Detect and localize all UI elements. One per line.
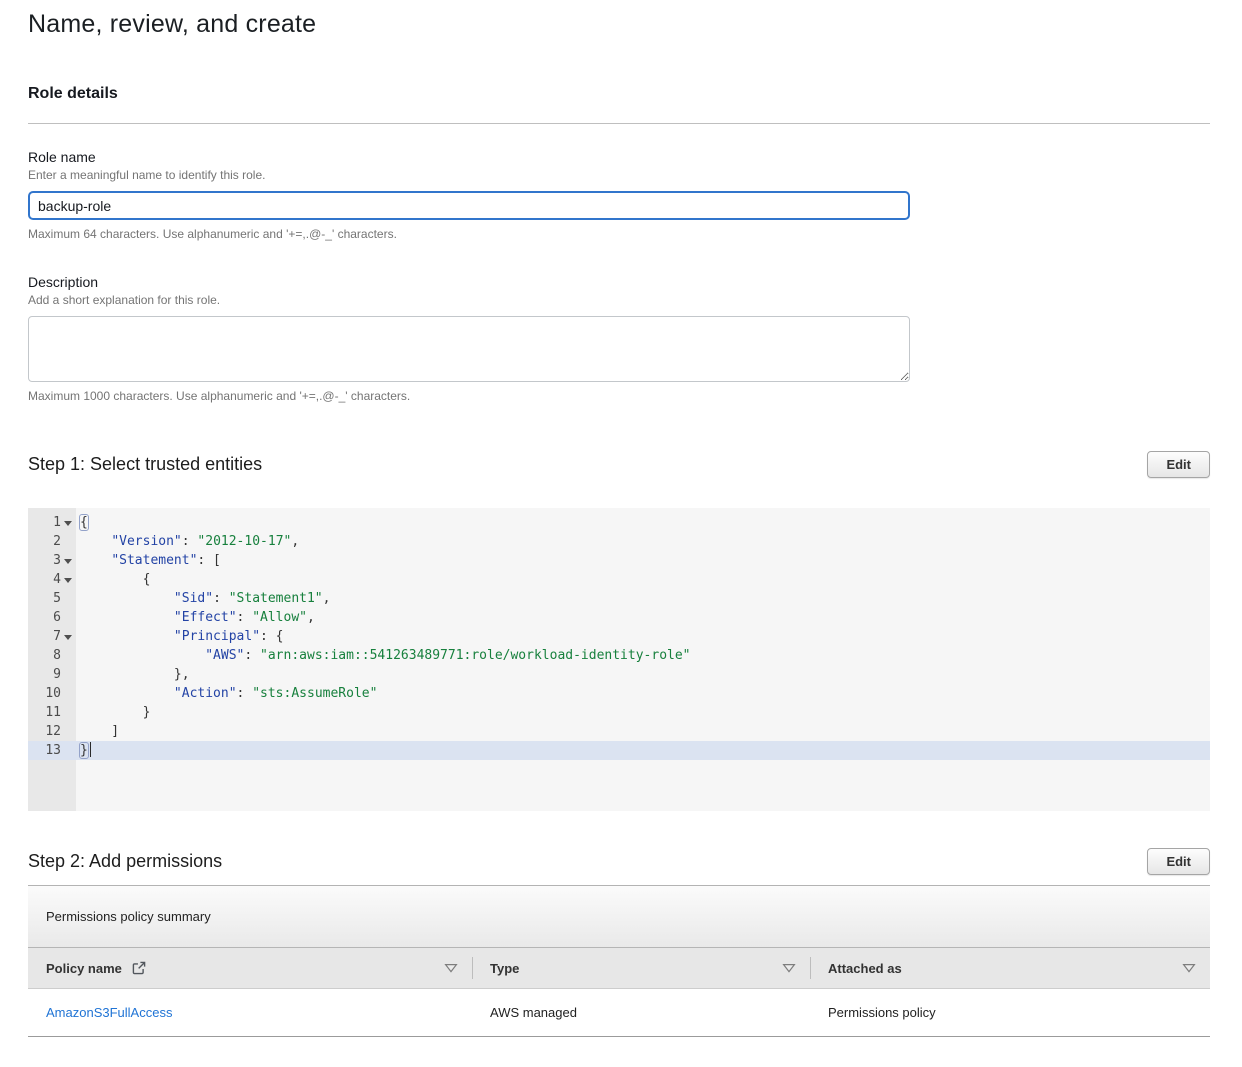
page-title: Name, review, and create [28,10,1210,39]
line-number: 9 [28,665,76,684]
code-text: }, [76,665,190,684]
line-number: 11 [28,703,76,722]
divider [28,123,1210,124]
line-number: 13 [28,741,76,760]
line-number: 2 [28,532,76,551]
line-number: 7 [28,627,76,646]
permissions-summary-panel: Permissions policy summary Policy name Ty… [28,885,1210,1037]
column-header-attached-as[interactable]: Attached as [810,948,1210,988]
editor-line: 10 "Action": "sts:AssumeRole" [28,684,1210,703]
policies-table-body: AmazonS3FullAccess AWS managedPermissions… [28,989,1210,1037]
line-number: 8 [28,646,76,665]
policy-editor[interactable]: 1{2 "Version": "2012-10-17",3 "Statement… [28,508,1210,811]
table-cell: Permissions policy [810,1005,1210,1020]
editor-line: 1{ [28,513,1210,532]
column-header-type[interactable]: Type [472,948,810,988]
role-name-help: Enter a meaningful name to identify this… [28,168,1210,182]
code-text: "Sid": "Statement1", [76,589,330,608]
role-name-label: Role name [28,149,1210,165]
editor-line: 13} [28,741,1210,760]
policy-name-link[interactable]: AmazonS3FullAccess [46,1005,172,1020]
editor-line: 8 "AWS": "arn:aws:iam::541263489771:role… [28,646,1210,665]
editor-line: 6 "Effect": "Allow", [28,608,1210,627]
code-text: } [76,703,150,722]
line-number: 5 [28,589,76,608]
code-text: "Action": "sts:AssumeRole" [76,684,377,703]
editor-line: 4 { [28,570,1210,589]
code-text: "Effect": "Allow", [76,608,315,627]
permissions-summary-title: Permissions policy summary [28,886,1210,948]
fold-arrow-icon[interactable] [64,521,72,526]
editor-line: 11 } [28,703,1210,722]
line-number: 4 [28,570,76,589]
code-text: "AWS": "arn:aws:iam::541263489771:role/w… [76,646,691,665]
code-text: "Statement": [ [76,551,221,570]
policy-editor-lines: 1{2 "Version": "2012-10-17",3 "Statement… [28,508,1210,760]
step1-heading: Step 1: Select trusted entities [28,454,262,475]
code-text: "Version": "2012-10-17", [76,532,299,551]
editor-line: 9 }, [28,665,1210,684]
description-constraint: Maximum 1000 characters. Use alphanumeri… [28,389,1210,403]
line-number: 1 [28,513,76,532]
editor-line: 5 "Sid": "Statement1", [28,589,1210,608]
line-number: 3 [28,551,76,570]
text-cursor [90,742,92,757]
role-name-constraint: Maximum 64 characters. Use alphanumeric … [28,227,1210,241]
code-text: } [76,741,91,760]
role-name-field: Role name Enter a meaningful name to ide… [28,149,1210,241]
editor-line: 2 "Version": "2012-10-17", [28,532,1210,551]
line-number: 6 [28,608,76,627]
code-text: ] [76,722,119,741]
code-text: "Principal": { [76,627,284,646]
step1-section-header: Step 1: Select trusted entities Edit [28,451,1210,478]
code-text: { [76,513,88,532]
fold-arrow-icon[interactable] [64,635,72,640]
column-header-policy-name[interactable]: Policy name [28,948,472,988]
role-name-input[interactable] [28,191,910,220]
policies-table-header: Policy name Type Attached as [28,948,1210,989]
sort-down-icon[interactable] [444,963,458,973]
fold-arrow-icon[interactable] [64,578,72,583]
sort-down-icon[interactable] [782,963,796,973]
step2-heading: Step 2: Add permissions [28,851,222,872]
description-field: Description Add a short explanation for … [28,274,1210,403]
column-label: Type [490,961,519,976]
description-label: Description [28,274,1210,290]
step2-edit-button[interactable]: Edit [1147,848,1210,875]
create-role-review-page: Name, review, and create Role details Ro… [0,0,1242,1067]
external-link-icon [132,961,146,975]
table-cell: AWS managed [472,1005,810,1020]
line-number: 12 [28,722,76,741]
editor-line: 3 "Statement": [ [28,551,1210,570]
description-textarea[interactable] [28,316,910,382]
sort-down-icon[interactable] [1182,963,1196,973]
table-cell: AmazonS3FullAccess [28,1005,472,1020]
editor-line: 12 ] [28,722,1210,741]
step2-section-header: Step 2: Add permissions Edit [28,848,1210,875]
role-details-heading: Role details [28,85,1210,103]
column-label: Attached as [828,961,902,976]
fold-arrow-icon[interactable] [64,559,72,564]
step1-edit-button[interactable]: Edit [1147,451,1210,478]
table-row: AmazonS3FullAccess AWS managedPermissions… [28,989,1210,1037]
column-label: Policy name [46,961,122,976]
code-text: { [76,570,150,589]
line-number: 10 [28,684,76,703]
description-help: Add a short explanation for this role. [28,293,1210,307]
editor-line: 7 "Principal": { [28,627,1210,646]
